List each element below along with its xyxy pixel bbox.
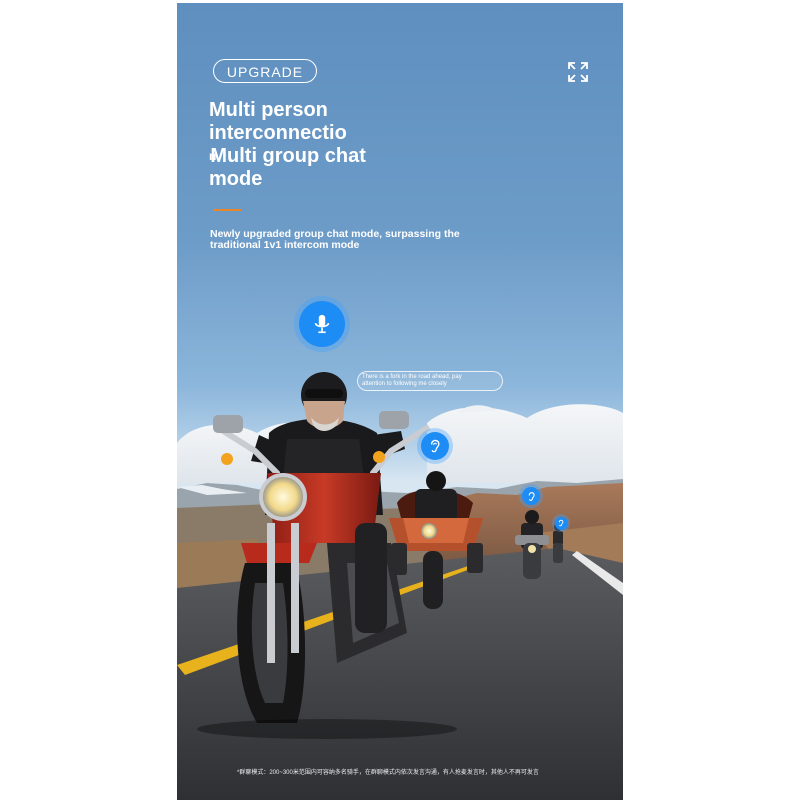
headline-line-5: mode: [209, 168, 263, 190]
ear-icon: [528, 491, 535, 501]
speech-bubble-line-1: There is a fork in the road ahead, pay: [362, 374, 462, 380]
page: UPGRADE Multi person interconnectio nMul…: [0, 0, 800, 800]
subtitle: Newly upgraded group chat mode, surpassi…: [210, 229, 510, 251]
microphone-button-core: [299, 301, 345, 347]
listener-badge-1: [417, 428, 453, 464]
expand-icon[interactable]: [567, 61, 589, 83]
listener-badge-3: [552, 514, 570, 532]
headline-line-3b: Multi group chat: [210, 145, 366, 167]
promo-panel: UPGRADE Multi person interconnectio nMul…: [177, 3, 623, 800]
ear-icon: [558, 519, 564, 527]
listener-badge-2: [519, 484, 543, 508]
speech-bubble: There is a fork in the road ahead, pay a…: [357, 371, 503, 391]
upgrade-badge: UPGRADE: [213, 59, 317, 83]
headline-line-3: nMulti group chat: [209, 145, 439, 168]
microphone-button[interactable]: [294, 296, 350, 352]
footnote: *群聊模式：200~300米范围内可容纳多名骑手，在群聊模式内依次发言沟通，有人…: [237, 770, 539, 776]
headline-line-1: Multi person: [209, 99, 328, 121]
headline-line-2: interconnectio: [209, 122, 347, 144]
subtitle-line-2: traditional 1v1 intercom mode: [210, 239, 360, 251]
speech-bubble-line-2: attention to following me closely: [362, 381, 447, 387]
accent-divider: [213, 209, 241, 211]
ear-icon: [431, 439, 440, 453]
microphone-icon: [314, 314, 330, 334]
headline: Multi person interconnectio nMulti group…: [209, 99, 439, 191]
